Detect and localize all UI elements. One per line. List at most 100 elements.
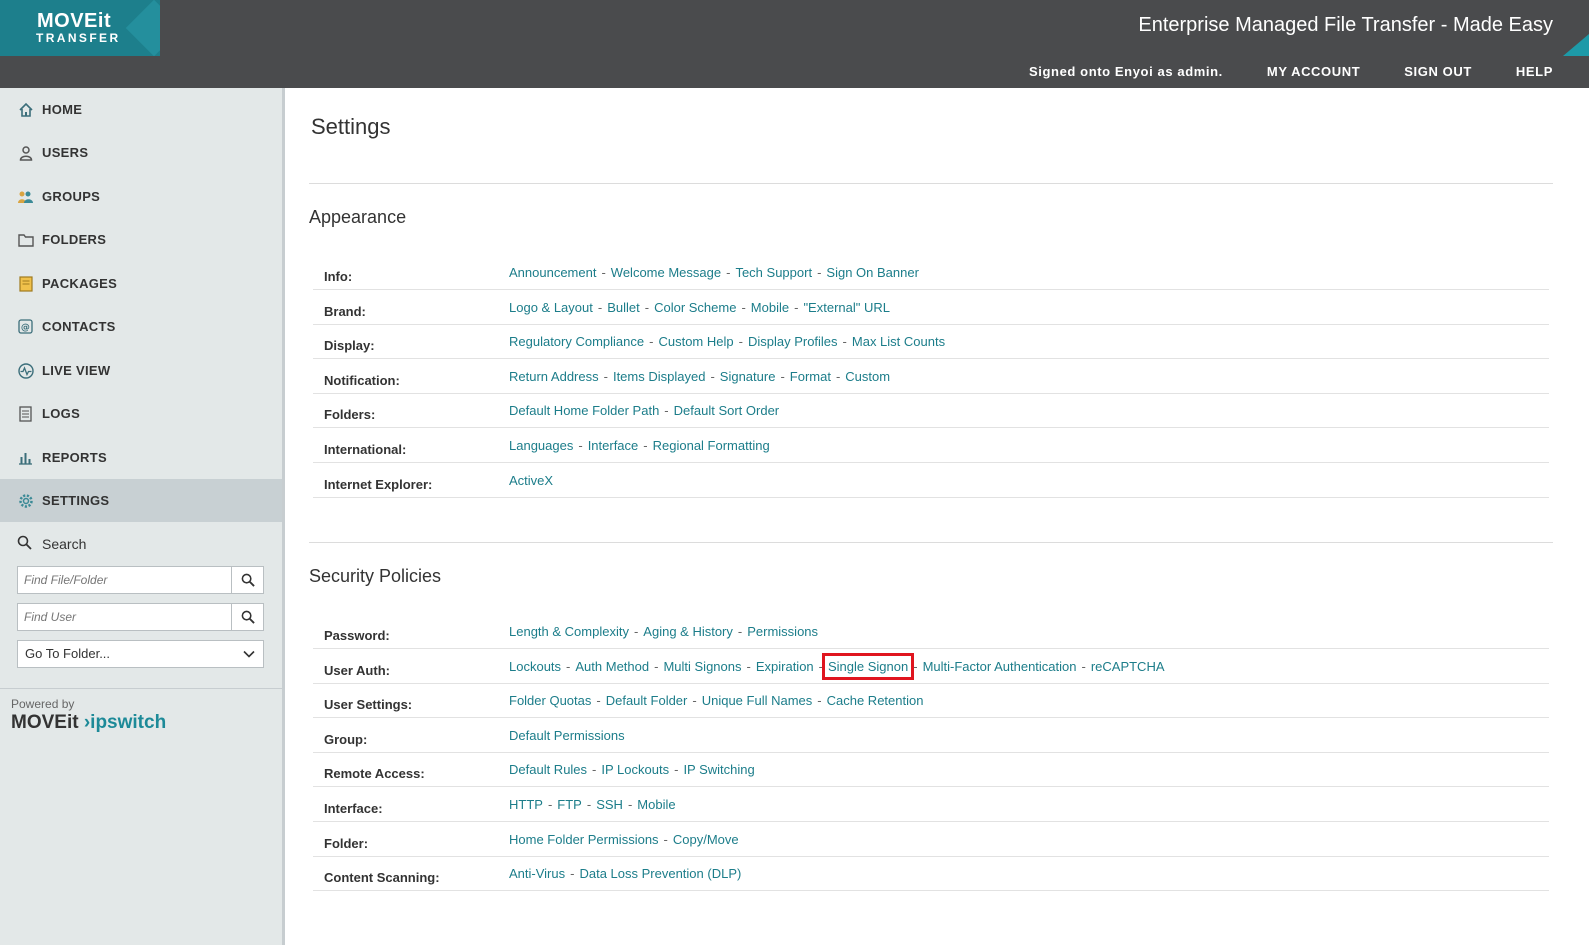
link-cache-retention[interactable]: Cache Retention: [827, 693, 924, 708]
link-max-list-counts[interactable]: Max List Counts: [852, 334, 945, 349]
link-bullet[interactable]: Bullet: [607, 300, 640, 315]
link-http[interactable]: HTTP: [509, 797, 543, 812]
my-account-link[interactable]: MY ACCOUNT: [1267, 64, 1360, 79]
row-label: Group:: [324, 731, 368, 747]
sidebar-item-contacts[interactable]: @ CONTACTS: [0, 305, 282, 348]
link-separator: -: [710, 368, 715, 384]
link-permissions[interactable]: Permissions: [747, 624, 818, 639]
link-separator: -: [654, 658, 659, 674]
link-folder-quotas[interactable]: Folder Quotas: [509, 693, 591, 708]
link-multi-signons[interactable]: Multi Signons: [663, 659, 741, 674]
link-ip-switching[interactable]: IP Switching: [683, 762, 754, 777]
search-icon: [17, 535, 34, 553]
link-mobile[interactable]: Mobile: [637, 797, 675, 812]
link-ftp[interactable]: FTP: [557, 797, 582, 812]
find-file-input[interactable]: [18, 567, 232, 593]
link-aging-history[interactable]: Aging & History: [643, 624, 733, 639]
moveit-transfer-logo[interactable]: MOVEit TRANSFER: [0, 0, 160, 56]
sign-out-link[interactable]: SIGN OUT: [1404, 64, 1472, 79]
row-label: User Settings:: [324, 697, 413, 713]
sidebar-item-users[interactable]: USERS: [0, 131, 282, 174]
link-languages[interactable]: Languages: [509, 438, 573, 453]
logs-icon: [17, 405, 34, 422]
link-return-address[interactable]: Return Address: [509, 369, 599, 384]
link-separator: -: [592, 762, 597, 778]
link-tech-support[interactable]: Tech Support: [735, 265, 812, 280]
sidebar-item-folders[interactable]: FOLDERS: [0, 218, 282, 261]
find-user-search: [17, 603, 264, 631]
link-custom[interactable]: Custom: [845, 369, 890, 384]
row-links: HTTP - FTP - SSH - Mobile: [509, 797, 676, 812]
link-ip-lockouts[interactable]: IP Lockouts: [601, 762, 669, 777]
link-lockouts[interactable]: Lockouts: [509, 659, 561, 674]
link-regulatory-compliance[interactable]: Regulatory Compliance: [509, 334, 644, 349]
link-expiration[interactable]: Expiration: [756, 659, 814, 674]
link-multi-factor-authentication[interactable]: Multi-Factor Authentication: [923, 659, 1077, 674]
sidebar-item-groups[interactable]: GROUPS: [0, 175, 282, 218]
link-length-complexity[interactable]: Length & Complexity: [509, 624, 629, 639]
logo-line2: TRANSFER: [36, 31, 121, 45]
row-links: ActiveX: [509, 473, 553, 488]
link-display-profiles[interactable]: Display Profiles: [748, 334, 838, 349]
sidebar-item-settings[interactable]: SETTINGS: [0, 479, 282, 522]
link-separator: -: [663, 831, 668, 847]
settings-gear-icon: [17, 492, 34, 509]
link-items-displayed[interactable]: Items Displayed: [613, 369, 705, 384]
link-ssh[interactable]: SSH: [596, 797, 623, 812]
row-label: Interface:: [324, 801, 383, 816]
link-default-home-folder-path[interactable]: Default Home Folder Path: [509, 403, 659, 418]
main-content: Settings Appearance Info: Announcement - We…: [285, 88, 1589, 945]
link-unique-full-names[interactable]: Unique Full Names: [702, 693, 813, 708]
sidebar-item-reports[interactable]: REPORTS: [0, 436, 282, 479]
link-single-signon[interactable]: Single Signon: [821, 652, 915, 680]
link-home-folder-permissions[interactable]: Home Folder Permissions: [509, 832, 659, 847]
link-logo-layout[interactable]: Logo & Layout: [509, 300, 593, 315]
link-announcement[interactable]: Announcement: [509, 265, 596, 280]
link-color-scheme[interactable]: Color Scheme: [654, 300, 736, 315]
search-label: Search: [17, 535, 86, 553]
link-welcome-message[interactable]: Welcome Message: [611, 265, 721, 280]
link-sign-on-banner[interactable]: Sign On Banner: [826, 265, 919, 280]
link-signature[interactable]: Signature: [720, 369, 776, 384]
link-custom-help[interactable]: Custom Help: [658, 334, 733, 349]
sidebar-item-label: GROUPS: [42, 189, 101, 204]
link-data-loss-prevention-dlp[interactable]: Data Loss Prevention (DLP): [579, 866, 741, 881]
link-auth-method[interactable]: Auth Method: [575, 659, 649, 674]
link-activex[interactable]: ActiveX: [509, 473, 553, 488]
link-external-url[interactable]: "External" URL: [803, 300, 890, 315]
row-label: Display:: [324, 338, 375, 354]
link-default-sort-order[interactable]: Default Sort Order: [674, 403, 780, 418]
section-title-appearance: Appearance: [309, 207, 407, 227]
find-file-search-button[interactable]: [231, 567, 263, 593]
find-user-input[interactable]: [18, 604, 232, 630]
link-copy-move[interactable]: Copy/Move: [673, 832, 739, 847]
sidebar-item-packages[interactable]: PACKAGES: [0, 262, 282, 305]
sidebar-item-logs[interactable]: LOGS: [0, 392, 282, 435]
go-to-folder-select[interactable]: Go To Folder...: [17, 640, 264, 668]
link-separator: -: [780, 368, 785, 384]
top-links: Signed onto Enyoi as admin. MY ACCOUNT S…: [1029, 64, 1553, 79]
link-separator: -: [643, 438, 648, 453]
link-interface[interactable]: Interface: [588, 438, 639, 453]
link-default-rules[interactable]: Default Rules: [509, 762, 587, 777]
link-mobile[interactable]: Mobile: [751, 300, 789, 315]
find-user-search-button[interactable]: [231, 604, 263, 630]
row-links: Logo & Layout - Bullet - Color Scheme - Mobile…: [509, 300, 890, 315]
powered-logo-ipswitch: ipswitch: [90, 712, 167, 733]
link-recaptcha[interactable]: reCAPTCHA: [1091, 659, 1165, 674]
contacts-icon: @: [17, 318, 34, 335]
user-icon: [17, 144, 34, 161]
sidebar-item-home[interactable]: HOME: [0, 88, 282, 131]
link-default-permissions[interactable]: Default Permissions: [509, 728, 625, 743]
link-default-folder[interactable]: Default Folder: [606, 693, 688, 708]
row-links: Home Folder Permissions - Copy/Move: [509, 832, 739, 847]
row-links: Default Rules - IP Lockouts - IP Switching: [509, 762, 755, 777]
help-link[interactable]: HELP: [1516, 64, 1553, 79]
link-format[interactable]: Format: [790, 369, 831, 384]
link-anti-virus[interactable]: Anti-Virus: [509, 866, 565, 881]
row-label: International:: [324, 442, 407, 457]
link-regional-formatting[interactable]: Regional Formatting: [653, 438, 770, 453]
row-label: Internet Explorer:: [324, 476, 433, 492]
signed-on-text: Signed onto Enyoi as admin.: [1029, 64, 1223, 79]
sidebar-item-live-view[interactable]: LIVE VIEW: [0, 349, 282, 392]
